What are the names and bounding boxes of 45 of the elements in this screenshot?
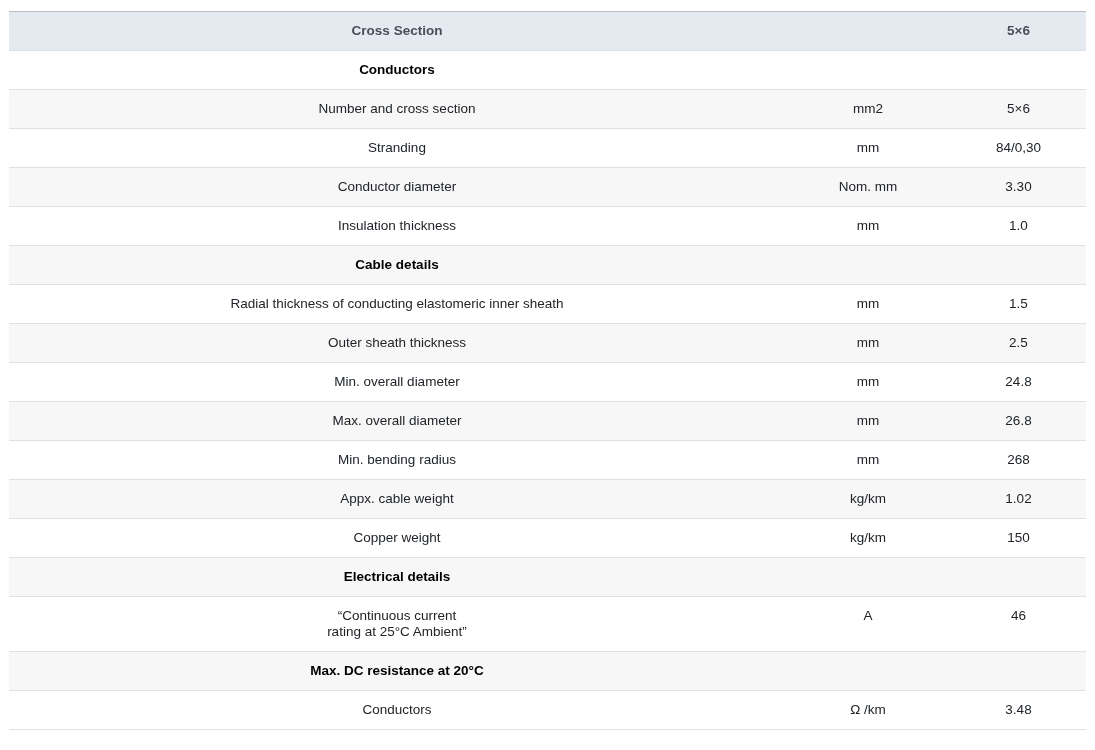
table-cell: Number and cross section xyxy=(9,89,785,129)
table-cell: Insulation thickness xyxy=(9,206,785,246)
table-cell: Conductors xyxy=(9,690,785,730)
table-cell: kg/km xyxy=(785,518,951,558)
table-cell: kg/km xyxy=(785,479,951,519)
table-cell: Min. overall diameter xyxy=(9,362,785,402)
table-cell: Min. bending radius xyxy=(9,440,785,480)
table-cell: mm2 xyxy=(785,89,951,129)
table-cell: 84/0,30 xyxy=(951,128,1086,168)
table-cell: mm xyxy=(785,284,951,324)
table-cell: 268 xyxy=(951,440,1086,480)
table-cell: 3.48 xyxy=(951,690,1086,730)
table-cell: Outer sheath thickness xyxy=(9,323,785,363)
table-cell: Radial thickness of conducting elastomeric inner sheath xyxy=(9,284,785,324)
table-cell: 3.30 xyxy=(951,167,1086,207)
section-heading: Conductors xyxy=(9,50,785,90)
table-cell: Max. overall diameter xyxy=(9,401,785,441)
table-cell: mm xyxy=(785,440,951,480)
table-cell: mm xyxy=(785,323,951,363)
table-cell: Conductor diameter xyxy=(9,167,785,207)
table-cell: mm xyxy=(785,401,951,441)
table-cell: “Continuous current rating at 25°C Ambient” xyxy=(9,596,785,652)
table-cell: 5×6 xyxy=(951,89,1086,129)
table-cell: Nom. mm xyxy=(785,167,951,207)
table-cell: Ω /km xyxy=(785,690,951,730)
table-cell: 1.5 xyxy=(951,284,1086,324)
table-cell: A xyxy=(785,596,951,652)
table-cell: 24.8 xyxy=(951,362,1086,402)
header-cell: 5×6 xyxy=(951,11,1086,51)
table-cell: 2.5 xyxy=(951,323,1086,363)
section-heading: Electrical details xyxy=(9,557,785,597)
table-cell: mm xyxy=(785,362,951,402)
table-cell: Copper weight xyxy=(9,518,785,558)
table-cell: 46 xyxy=(951,596,1086,652)
table-cell: 150 xyxy=(951,518,1086,558)
table-cell: mm xyxy=(785,206,951,246)
table-cell: 26.8 xyxy=(951,401,1086,441)
table-cell: Stranding xyxy=(9,128,785,168)
table-cell: 1.0 xyxy=(951,206,1086,246)
table-cell: mm xyxy=(785,128,951,168)
table-cell: Appx. cable weight xyxy=(9,479,785,519)
header-cell: Cross Section xyxy=(9,11,785,51)
table-cell: 1.02 xyxy=(951,479,1086,519)
section-heading: Cable details xyxy=(9,245,785,285)
section-heading: Max. DC resistance at 20°C xyxy=(9,651,785,691)
